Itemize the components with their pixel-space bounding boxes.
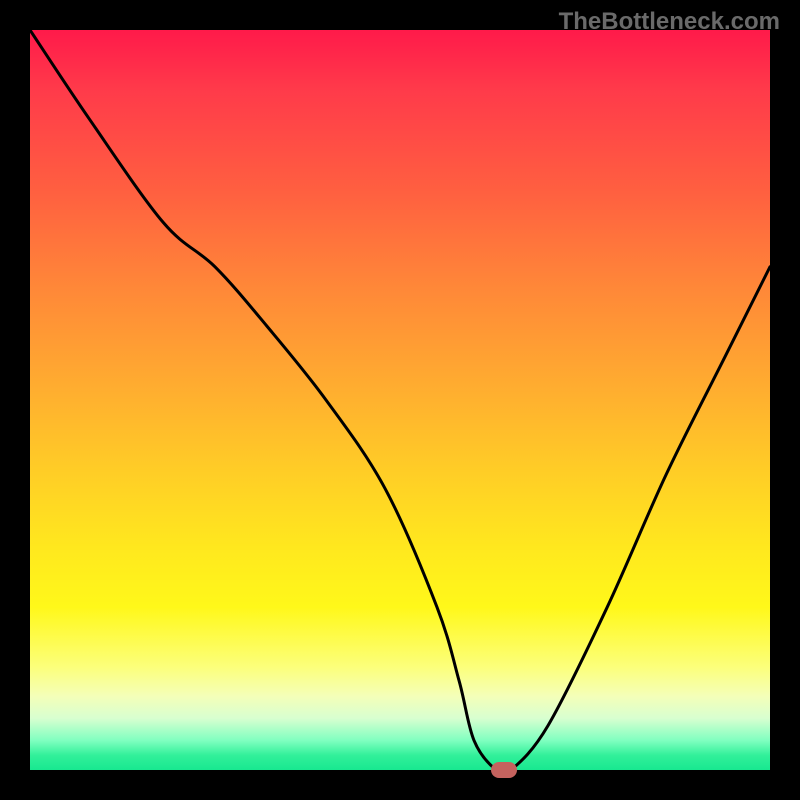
bottleneck-curve	[30, 30, 770, 770]
optimum-marker	[491, 762, 517, 778]
watermark-text: TheBottleneck.com	[559, 8, 780, 36]
chart-curve-layer	[30, 30, 770, 770]
